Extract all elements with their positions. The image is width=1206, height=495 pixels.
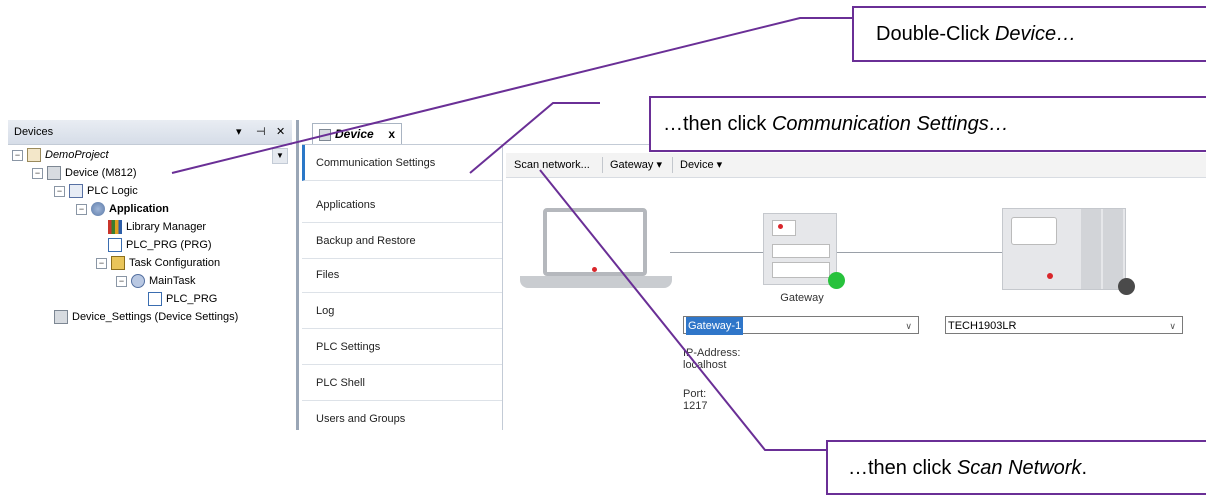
callout-communication-settings: …then click Communication Settings…: [649, 96, 1206, 152]
callout-double-click-device: Double-Click Device…: [852, 6, 1206, 62]
callout-3-connector: [539, 169, 826, 451]
callout-connectors: [171, 17, 852, 451]
callout-scan-network: …then click Scan Network.: [826, 440, 1206, 495]
callout-2-connector: [469, 102, 600, 174]
